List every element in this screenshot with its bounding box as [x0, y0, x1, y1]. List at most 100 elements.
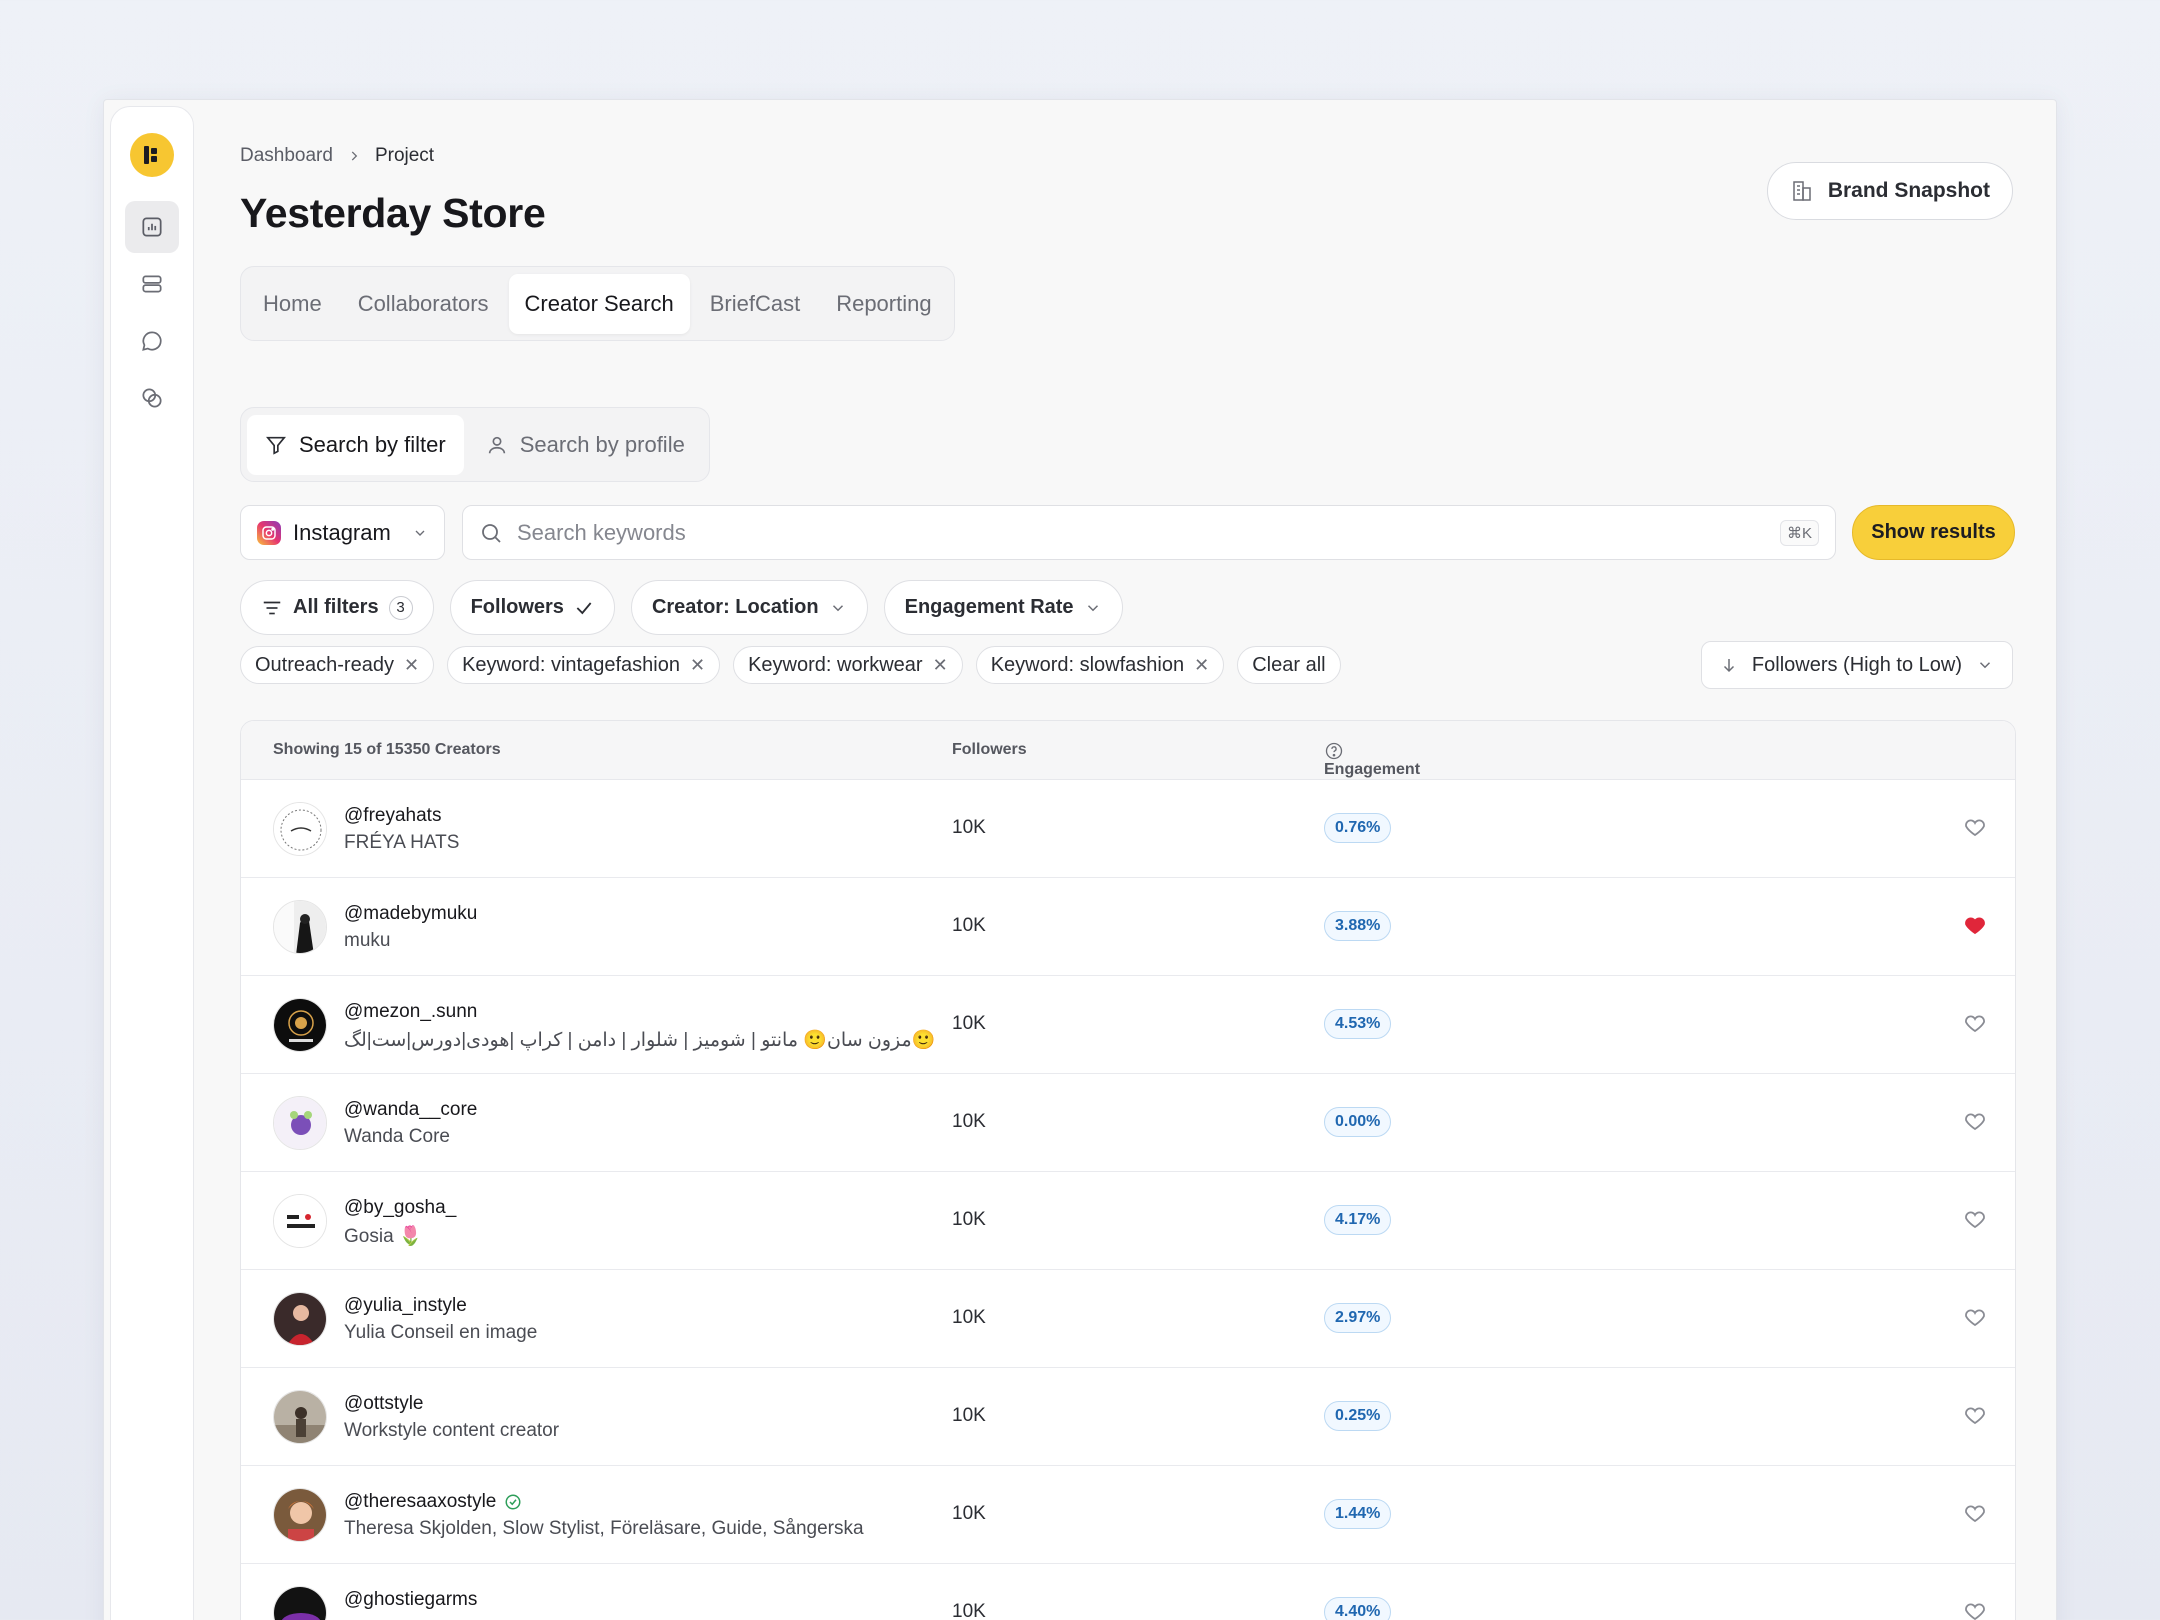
- avatar: [273, 1292, 327, 1346]
- avatar: GG: [273, 1586, 327, 1620]
- help-circle-icon[interactable]: [1324, 741, 1344, 761]
- sidebar-item-messages[interactable]: [125, 315, 179, 367]
- shortcut-hint: ⌘K: [1779, 519, 1819, 546]
- chevron-right-icon: [347, 149, 361, 163]
- tab-creator-search[interactable]: Creator Search: [508, 273, 690, 334]
- table-row[interactable]: @mezon_.sunn مزون سان🙂 مانتو | شومیز | ش…: [241, 976, 2015, 1074]
- creator-handle-text: @freyahats: [344, 805, 442, 826]
- table-row[interactable]: @yulia_instyle Yulia Conseil en image 10…: [241, 1270, 2015, 1368]
- chat-bubble-icon: [142, 331, 162, 351]
- avatar: [273, 802, 327, 856]
- engagement-badge: 2.97%: [1324, 1303, 1392, 1333]
- header-creators: Showing 15 of 15350 Creators: [273, 741, 501, 758]
- close-icon[interactable]: ✕: [933, 655, 948, 676]
- followers-count: 10K: [952, 1209, 986, 1230]
- brand-logo[interactable]: [130, 133, 174, 177]
- creator-name: FRÉYA HATS: [344, 832, 460, 853]
- sidebar-item-analytics[interactable]: [125, 201, 179, 253]
- engagement-badge: 4.53%: [1324, 1009, 1392, 1039]
- chevron-down-icon: [832, 604, 843, 611]
- all-filters-button[interactable]: All filters 3: [240, 580, 434, 635]
- creator-name: muku: [344, 930, 391, 951]
- filter-chip[interactable]: Keyword: workwear ✕: [733, 646, 963, 684]
- brand-snapshot-button[interactable]: Brand Snapshot: [1766, 162, 2013, 220]
- breadcrumb-project[interactable]: Project: [375, 145, 434, 167]
- location-filter-label: Creator: Location: [651, 596, 819, 618]
- heart-icon[interactable]: [1963, 1403, 1987, 1427]
- heart-icon[interactable]: [1963, 1305, 1987, 1329]
- creator-handle[interactable]: @ottstyle: [344, 1393, 423, 1415]
- creator-handle-text: @yulia_instyle: [344, 1295, 467, 1316]
- followers-filter-label: Followers: [470, 596, 564, 618]
- engagement-badge: 0.76%: [1324, 813, 1392, 843]
- heart-filled-icon[interactable]: [1963, 913, 1987, 937]
- filter-chip[interactable]: Keyword: slowfashion ✕: [975, 646, 1225, 684]
- heart-icon[interactable]: [1963, 1011, 1987, 1035]
- engagement-badge: 0.00%: [1324, 1107, 1392, 1137]
- header-engagement[interactable]: Engagement: [1324, 741, 1420, 778]
- creator-handle[interactable]: @ghostiegarms: [344, 1589, 477, 1611]
- platform-select[interactable]: Instagram: [240, 505, 445, 560]
- close-icon[interactable]: ✕: [1194, 655, 1209, 676]
- search-input[interactable]: [517, 519, 1766, 546]
- table-row[interactable]: GG @ghostiegarms 10K 4.40%: [241, 1564, 2015, 1620]
- table-row[interactable]: @theresaaxostyle Theresa Skjolden, Slow …: [241, 1466, 2015, 1564]
- heart-icon[interactable]: [1963, 1501, 1987, 1525]
- clear-all-button[interactable]: Clear all: [1237, 646, 1341, 684]
- engagement-badge: 3.88%: [1324, 911, 1392, 941]
- tab-reporting[interactable]: Reporting: [820, 274, 947, 334]
- show-results-button[interactable]: Show results: [1852, 505, 2015, 560]
- tab-home[interactable]: Home: [247, 274, 338, 334]
- sidebar-item-projects[interactable]: [125, 258, 179, 310]
- creator-handle[interactable]: @yulia_instyle: [344, 1295, 467, 1317]
- table-row[interactable]: @freyahats FRÉYA HATS 10K 0.76%: [241, 780, 2015, 878]
- filter-chip[interactable]: Outreach-ready ✕: [240, 646, 435, 684]
- avatar: [273, 900, 327, 954]
- table-row[interactable]: @by_gosha_ Gosia 🌷 10K 4.17%: [241, 1172, 2015, 1270]
- chip-label: Outreach-ready: [255, 653, 394, 676]
- sort-select[interactable]: Followers (High to Low): [1700, 641, 2013, 689]
- avatar: [273, 1194, 327, 1248]
- engagement-filter[interactable]: Engagement Rate: [883, 580, 1123, 635]
- creator-handle-text: @by_gosha_: [344, 1197, 457, 1218]
- heart-icon[interactable]: [1963, 1207, 1987, 1231]
- creator-name: Wanda Core: [344, 1126, 450, 1147]
- sidebar: [110, 106, 194, 1620]
- creator-handle[interactable]: @mezon_.sunn: [344, 1001, 477, 1023]
- chevron-down-icon: [1087, 604, 1098, 611]
- followers-filter[interactable]: Followers: [449, 580, 615, 635]
- creator-handle[interactable]: @wanda__core: [344, 1099, 477, 1121]
- app-window: Dashboard Project Yesterday Store Brand …: [103, 99, 2057, 1620]
- search-by-profile-tab[interactable]: Search by profile: [468, 415, 703, 475]
- creator-name: Workstyle content creator: [344, 1420, 560, 1441]
- table-row[interactable]: @ottstyle Workstyle content creator 10K …: [241, 1368, 2015, 1466]
- filter-chip[interactable]: Keyword: vintagefashion ✕: [447, 646, 721, 684]
- close-icon[interactable]: ✕: [690, 655, 705, 676]
- table-row[interactable]: @madebymuku muku 10K 3.88%: [241, 878, 2015, 976]
- tab-briefcast[interactable]: BriefCast: [694, 274, 816, 334]
- creator-handle[interactable]: @madebymuku: [344, 903, 477, 925]
- creators-table: Showing 15 of 15350 Creators Followers E…: [240, 720, 2016, 1620]
- engagement-badge: 4.17%: [1324, 1205, 1392, 1235]
- tab-collaborators[interactable]: Collaborators: [342, 274, 505, 334]
- location-filter[interactable]: Creator: Location: [630, 580, 868, 635]
- stack-icon: [142, 275, 162, 293]
- heart-icon[interactable]: [1963, 1109, 1987, 1133]
- search-by-filter-tab[interactable]: Search by filter: [247, 414, 464, 475]
- sidebar-item-collaborations[interactable]: [125, 372, 179, 424]
- creator-handle[interactable]: @freyahats: [344, 805, 441, 827]
- followers-count: 10K: [952, 1503, 986, 1524]
- engagement-badge: 1.44%: [1324, 1499, 1392, 1529]
- creator-handle-text: @wanda__core: [344, 1099, 478, 1120]
- header-followers[interactable]: Followers: [952, 741, 1027, 759]
- building-icon: [1793, 181, 1811, 201]
- breadcrumb-dashboard[interactable]: Dashboard: [240, 145, 333, 167]
- creator-handle[interactable]: @by_gosha_: [344, 1197, 456, 1219]
- table-row[interactable]: @wanda__core Wanda Core 10K 0.00%: [241, 1074, 2015, 1172]
- heart-icon[interactable]: [1963, 815, 1987, 839]
- close-icon[interactable]: ✕: [404, 655, 419, 676]
- heart-icon[interactable]: [1963, 1599, 1987, 1620]
- platform-selected-label: Instagram: [293, 519, 391, 545]
- creator-handle[interactable]: @theresaaxostyle: [344, 1491, 522, 1513]
- filter-lines-icon: [263, 601, 281, 614]
